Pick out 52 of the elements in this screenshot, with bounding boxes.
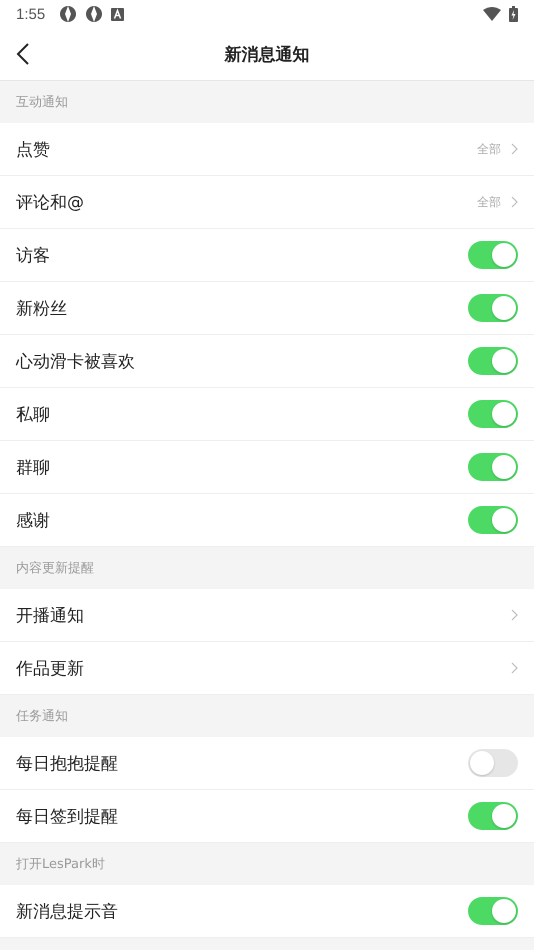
setting-row[interactable]: 评论和@ 全部	[0, 176, 534, 229]
setting-label: 作品更新	[16, 658, 85, 680]
toggle-switch[interactable]	[468, 347, 518, 375]
app-notification-icon	[59, 5, 78, 23]
setting-value: 全部	[477, 194, 501, 210]
chevron-icon	[511, 662, 518, 674]
setting-row[interactable]: 每日签到提醒	[0, 790, 534, 843]
toggle-switch[interactable]	[468, 294, 518, 322]
setting-label: 点赞	[16, 138, 51, 160]
setting-label: 新消息提示音	[16, 900, 119, 922]
chevron-icon	[511, 143, 518, 155]
setting-row[interactable]: 点赞 全部	[0, 123, 534, 176]
font-icon	[111, 8, 124, 20]
toggle-switch[interactable]	[468, 749, 518, 777]
setting-label: 评论和@	[16, 192, 85, 214]
toggle-switch[interactable]	[468, 453, 518, 481]
status-time: 1:55	[16, 6, 46, 22]
setting-label: 群聊	[16, 456, 51, 478]
section-header: 互动通知	[15, 94, 69, 112]
wifi-icon	[483, 7, 501, 21]
app-notification-icon	[85, 5, 104, 23]
setting-row[interactable]: 新粉丝	[0, 282, 534, 335]
setting-value: 全部	[477, 140, 501, 158]
toggle-switch[interactable]	[468, 897, 518, 925]
toggle-switch[interactable]	[468, 802, 518, 830]
setting-label: 每日签到提醒	[16, 806, 119, 828]
section-header: 打开LesPark时	[15, 856, 106, 874]
page-title: 新消息通知	[224, 44, 310, 66]
setting-label: 每日抱抱提醒	[16, 752, 119, 774]
setting-row[interactable]: 新消息提示音	[0, 885, 534, 938]
setting-row[interactable]: 私聊	[0, 388, 534, 441]
setting-row[interactable]: 作品更新	[0, 642, 534, 695]
setting-label: 心动滑卡被喜欢	[16, 350, 136, 372]
setting-row[interactable]: 开播通知	[0, 589, 534, 642]
setting-label: 感谢	[16, 510, 51, 532]
section-header: 内容更新提醒	[15, 560, 95, 578]
setting-row[interactable]: 感谢	[0, 494, 534, 547]
setting-label: 访客	[16, 244, 51, 266]
chevron-icon	[511, 196, 518, 208]
section-header: 任务通知	[15, 708, 69, 726]
setting-row[interactable]: 每日抱抱提醒	[0, 737, 534, 790]
setting-label: 新粉丝	[16, 298, 68, 320]
setting-row[interactable]: 群聊	[0, 441, 534, 494]
toggle-switch[interactable]	[468, 400, 518, 428]
setting-row[interactable]: 访客	[0, 229, 534, 282]
setting-label: 开播通知	[16, 604, 85, 626]
chevron-icon	[511, 609, 518, 621]
toggle-switch[interactable]	[468, 506, 518, 534]
setting-row[interactable]: 心动滑卡被喜欢	[0, 335, 534, 388]
setting-label: 私聊	[16, 404, 51, 426]
battery-charging-icon	[509, 6, 518, 22]
toggle-switch[interactable]	[468, 241, 518, 269]
